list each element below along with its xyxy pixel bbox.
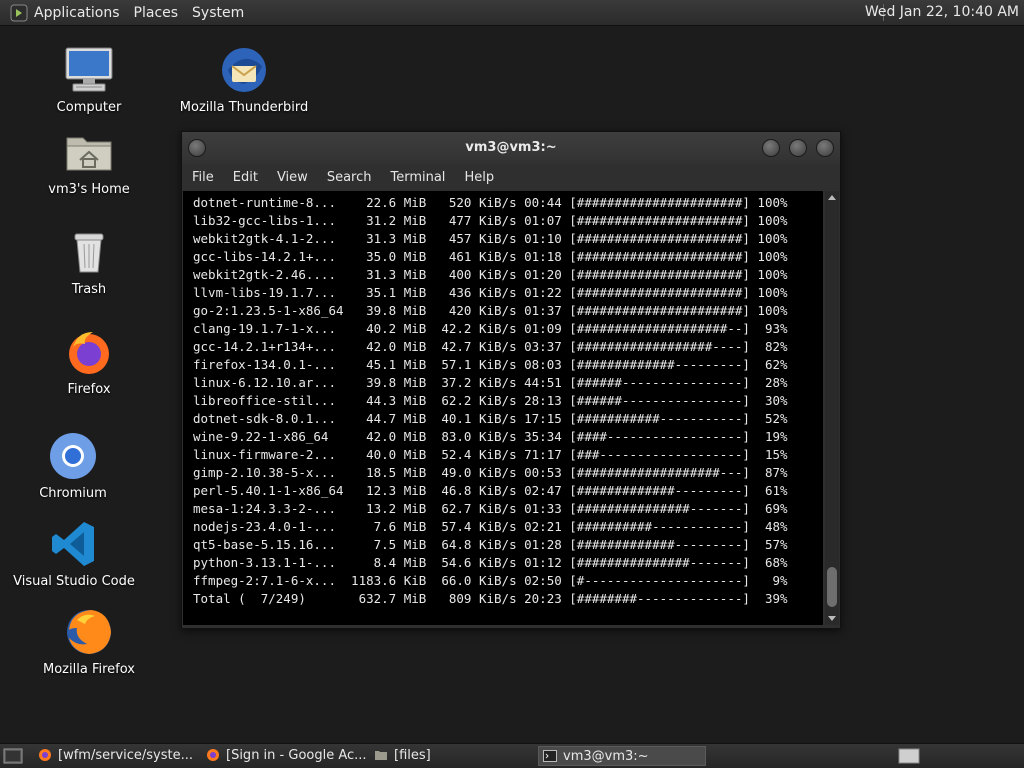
terminal-line: linux-6.12.10.ar... 39.8 MiB 37.2 KiB/s …: [193, 375, 788, 390]
desktop-icon-vscode[interactable]: Visual Studio Code: [9, 518, 139, 589]
taskbar-item-label: [wfm/service/syste...: [58, 748, 194, 763]
scroll-up-arrow-icon[interactable]: [828, 195, 836, 200]
desktop-icon-thunderbird[interactable]: Mozilla Thunderbird: [179, 44, 309, 115]
terminal-output[interactable]: dotnet-runtime-8... 22.6 MiB 520 KiB/s 0…: [183, 191, 823, 625]
terminal-line: perl-5.40.1-1-x86_64 12.3 MiB 46.8 KiB/s…: [193, 483, 788, 498]
desktop-icon-home[interactable]: vm3's Home: [24, 126, 154, 197]
terminal-line: python-3.13.1-1-... 8.4 MiB 54.6 KiB/s 0…: [193, 555, 788, 570]
terminal-line: webkit2gtk-2.46.... 31.3 MiB 400 KiB/s 0…: [193, 267, 788, 282]
places-menu[interactable]: Places: [134, 5, 179, 21]
maximize-button[interactable]: [789, 139, 807, 157]
firefox-icon: [63, 326, 115, 378]
menu-edit[interactable]: Edit: [233, 170, 258, 185]
menu-terminal[interactable]: Terminal: [390, 170, 445, 185]
window-menu-button[interactable]: [188, 139, 206, 157]
desktop-icon-firefox[interactable]: Firefox: [24, 326, 154, 397]
terminal-line: libreoffice-stil... 44.3 MiB 62.2 KiB/s …: [193, 393, 788, 408]
vscode-icon: [48, 518, 100, 570]
terminal-line: webkit2gtk-4.1-2... 31.3 MiB 457 KiB/s 0…: [193, 231, 788, 246]
menu-file[interactable]: File: [192, 170, 214, 185]
terminal-line: lib32-gcc-libs-1... 31.2 MiB 477 KiB/s 0…: [193, 213, 788, 228]
top-panel: Applications Places System Wed Jan 22, 1…: [0, 0, 1024, 26]
terminal-line: dotnet-runtime-8... 22.6 MiB 520 KiB/s 0…: [193, 195, 788, 210]
desktop-icon-label: Firefox: [67, 382, 111, 397]
taskbar-item-label: [files]: [394, 748, 431, 763]
desktop-icon-label: Mozilla Firefox: [43, 662, 135, 677]
taskbar-item[interactable]: [wfm/service/syste...: [38, 746, 198, 766]
desktop-icon-label: Mozilla Thunderbird: [179, 100, 309, 115]
firefox-icon: [38, 748, 52, 762]
bottom-taskbar: [wfm/service/syste... [Sign in - Google …: [0, 743, 1024, 768]
terminal-line: ffmpeg-2:7.1-6-x... 1183.6 KiB 66.0 KiB/…: [193, 573, 788, 588]
close-button[interactable]: [816, 139, 834, 157]
system-logo-icon[interactable]: [10, 4, 28, 22]
terminal-line: qt5-base-5.15.16... 7.5 MiB 64.8 KiB/s 0…: [193, 537, 788, 552]
terminal-titlebar[interactable]: vm3@vm3:~: [182, 132, 840, 164]
terminal-line: linux-firmware-2... 40.0 MiB 52.4 KiB/s …: [193, 447, 788, 462]
terminal-line: firefox-134.0.1-... 45.1 MiB 57.1 KiB/s …: [193, 357, 788, 372]
menu-view[interactable]: View: [277, 170, 308, 185]
computer-icon: [63, 44, 115, 96]
home-folder-icon: [63, 126, 115, 178]
terminal-line: mesa-1:24.3.3-2-... 13.2 MiB 62.7 KiB/s …: [193, 501, 788, 516]
terminal-icon: [543, 749, 557, 763]
taskbar-item-label: vm3@vm3:~: [563, 749, 649, 764]
desktop-icon-chromium[interactable]: Chromium: [8, 430, 138, 501]
system-menu[interactable]: System: [192, 5, 244, 21]
scroll-down-arrow-icon[interactable]: [828, 616, 836, 621]
menu-help[interactable]: Help: [464, 170, 494, 185]
taskbar-item[interactable]: [Sign in - Google Ac...: [206, 746, 368, 766]
desktop-icon-label: Chromium: [39, 486, 107, 501]
terminal-line: Total ( 7/249) 632.7 MiB 809 KiB/s 20:23…: [193, 591, 788, 606]
taskbar-item[interactable]: [files]: [374, 746, 504, 766]
desktop-icon-trash[interactable]: Trash: [24, 226, 154, 297]
desktop-icon-label: Trash: [71, 282, 107, 297]
terminal-menubar: File Edit View Search Terminal Help: [182, 164, 840, 190]
terminal-line: gcc-14.2.1+r134+... 42.0 MiB 42.7 KiB/s …: [193, 339, 788, 354]
show-desktop-icon: [3, 748, 23, 764]
desktop-icon-computer[interactable]: Computer: [24, 44, 154, 115]
desktop-icon-mozilla-firefox[interactable]: Mozilla Firefox: [24, 606, 154, 677]
menu-search[interactable]: Search: [327, 170, 372, 185]
applications-menu[interactable]: Applications: [34, 5, 120, 21]
terminal-line: clang-19.1.7-1-x... 40.2 MiB 42.2 KiB/s …: [193, 321, 788, 336]
workspace-switcher[interactable]: [898, 746, 920, 766]
terminal-line: nodejs-23.4.0-1-... 7.6 MiB 57.4 KiB/s 0…: [193, 519, 788, 534]
desktop-icon-label: vm3's Home: [48, 182, 130, 197]
minimize-button[interactable]: [762, 139, 780, 157]
desktop-icon-label: Computer: [56, 100, 122, 115]
terminal-scrollbar[interactable]: [825, 191, 839, 625]
terminal-line: llvm-libs-19.1.7... 35.1 MiB 436 KiB/s 0…: [193, 285, 788, 300]
folder-icon: [374, 748, 388, 762]
terminal-title: vm3@vm3:~: [465, 140, 557, 155]
show-desktop-button[interactable]: [3, 746, 25, 766]
taskbar-item-active[interactable]: vm3@vm3:~: [538, 746, 706, 766]
firefox-icon: [206, 748, 220, 762]
terminal-window[interactable]: vm3@vm3:~ File Edit View Search Terminal…: [181, 131, 841, 629]
terminal-line: gcc-libs-14.2.1+... 35.0 MiB 461 KiB/s 0…: [193, 249, 788, 264]
terminal-line: wine-9.22-1-x86_64 42.0 MiB 83.0 KiB/s 3…: [193, 429, 788, 444]
thunderbird-icon: [218, 44, 270, 96]
desktop-icon-label: Visual Studio Code: [13, 574, 135, 589]
terminal-line: dotnet-sdk-8.0.1... 44.7 MiB 40.1 KiB/s …: [193, 411, 788, 426]
firefox-icon: [63, 606, 115, 658]
terminal-line: gimp-2.10.38-5-x... 18.5 MiB 49.0 KiB/s …: [193, 465, 788, 480]
taskbar-item-label: [Sign in - Google Ac...: [226, 748, 367, 763]
terminal-line: go-2:1.23.5-1-x86_64 39.8 MiB 420 KiB/s …: [193, 303, 788, 318]
clock[interactable]: Wed Jan 22, 10:40 AM: [865, 0, 1019, 25]
workspace-icon: [898, 748, 920, 764]
trash-icon: [63, 226, 115, 278]
chromium-icon: [47, 430, 99, 482]
scrollbar-thumb[interactable]: [827, 567, 837, 607]
